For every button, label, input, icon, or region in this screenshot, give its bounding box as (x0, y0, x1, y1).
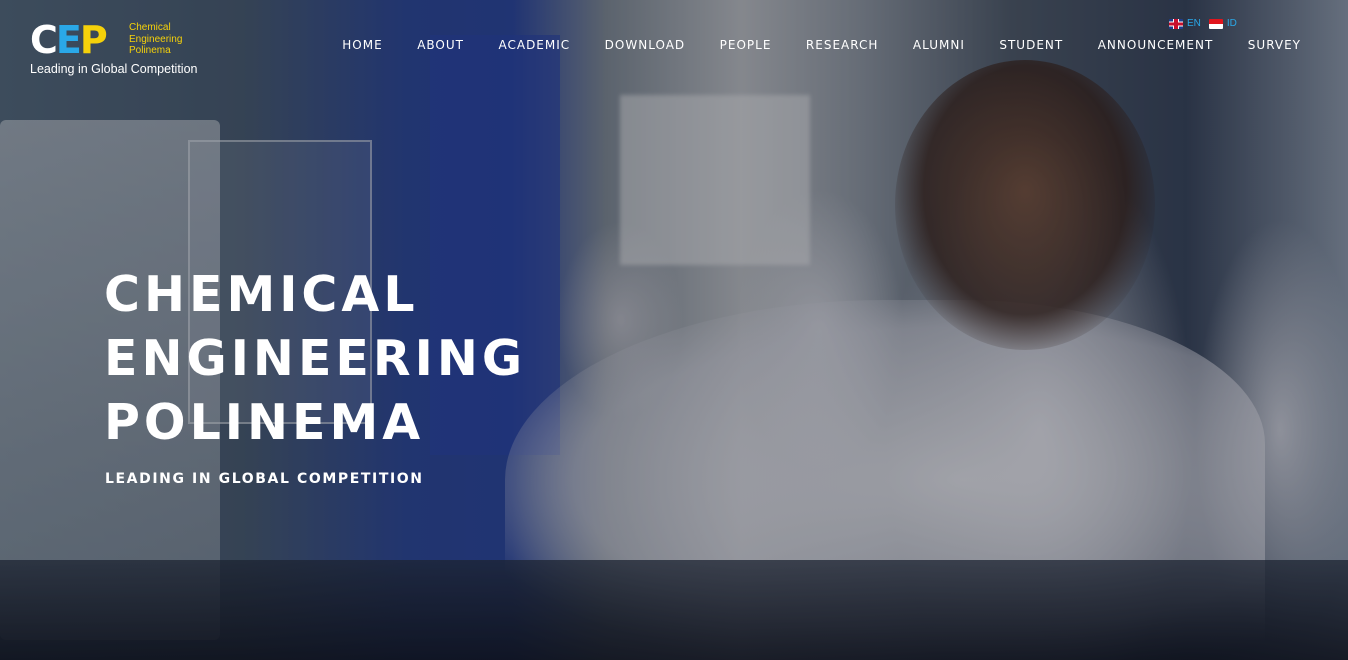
main-nav: HOME ABOUT ACADEMIC DOWNLOAD PEOPLE RESE… (342, 38, 1301, 52)
nav-student[interactable]: STUDENT (999, 38, 1063, 52)
site-header: CEP Chemical Engineering Polinema Leadin… (0, 0, 1348, 90)
logo-letters: CEP (30, 18, 108, 62)
hero-title-line: ENGINEERING (104, 330, 527, 387)
nav-alumni[interactable]: ALUMNI (913, 38, 965, 52)
logo-subtitle-line: Polinema (129, 45, 171, 56)
logo-subtitle-line: Engineering (129, 33, 183, 45)
logo-letter-c: C (30, 18, 58, 62)
hero-title-line: POLINEMA (104, 394, 425, 451)
logo-tagline: Leading in Global Competition (30, 62, 198, 76)
logo-letter-e: E (55, 18, 82, 62)
nav-download[interactable]: DOWNLOAD (605, 38, 685, 52)
language-en-link[interactable]: EN (1169, 18, 1201, 29)
nav-research[interactable]: RESEARCH (806, 38, 878, 52)
indonesia-flag-icon (1208, 18, 1223, 29)
hero-title-line: CHEMICAL (104, 266, 419, 323)
nav-people[interactable]: PEOPLE (720, 38, 772, 52)
nav-survey[interactable]: SURVEY (1248, 38, 1301, 52)
hero-subtitle: LEADING IN GLOBAL COMPETITION (105, 471, 424, 487)
hero-title: CHEMICAL ENGINEERING POLINEMA (104, 263, 526, 455)
language-id-label: ID (1226, 18, 1237, 29)
language-switcher: EN ID (1169, 18, 1237, 29)
nav-about[interactable]: ABOUT (417, 38, 464, 52)
logo-letter-p: P (79, 18, 108, 62)
nav-announcement[interactable]: ANNOUNCEMENT (1098, 38, 1214, 52)
logo-subtitle-line: Chemical (129, 22, 171, 33)
uk-flag-icon (1169, 18, 1183, 29)
hero-section: CEP Chemical Engineering Polinema Leadin… (0, 0, 1348, 660)
language-en-label: EN (1187, 18, 1201, 29)
site-logo[interactable]: CEP Chemical Engineering Polinema Leadin… (30, 20, 210, 80)
logo-subtitle: Chemical Engineering Polinema (129, 22, 182, 57)
nav-academic[interactable]: ACADEMIC (498, 38, 570, 52)
language-id-link[interactable]: ID (1208, 18, 1237, 29)
nav-home[interactable]: HOME (342, 38, 382, 52)
